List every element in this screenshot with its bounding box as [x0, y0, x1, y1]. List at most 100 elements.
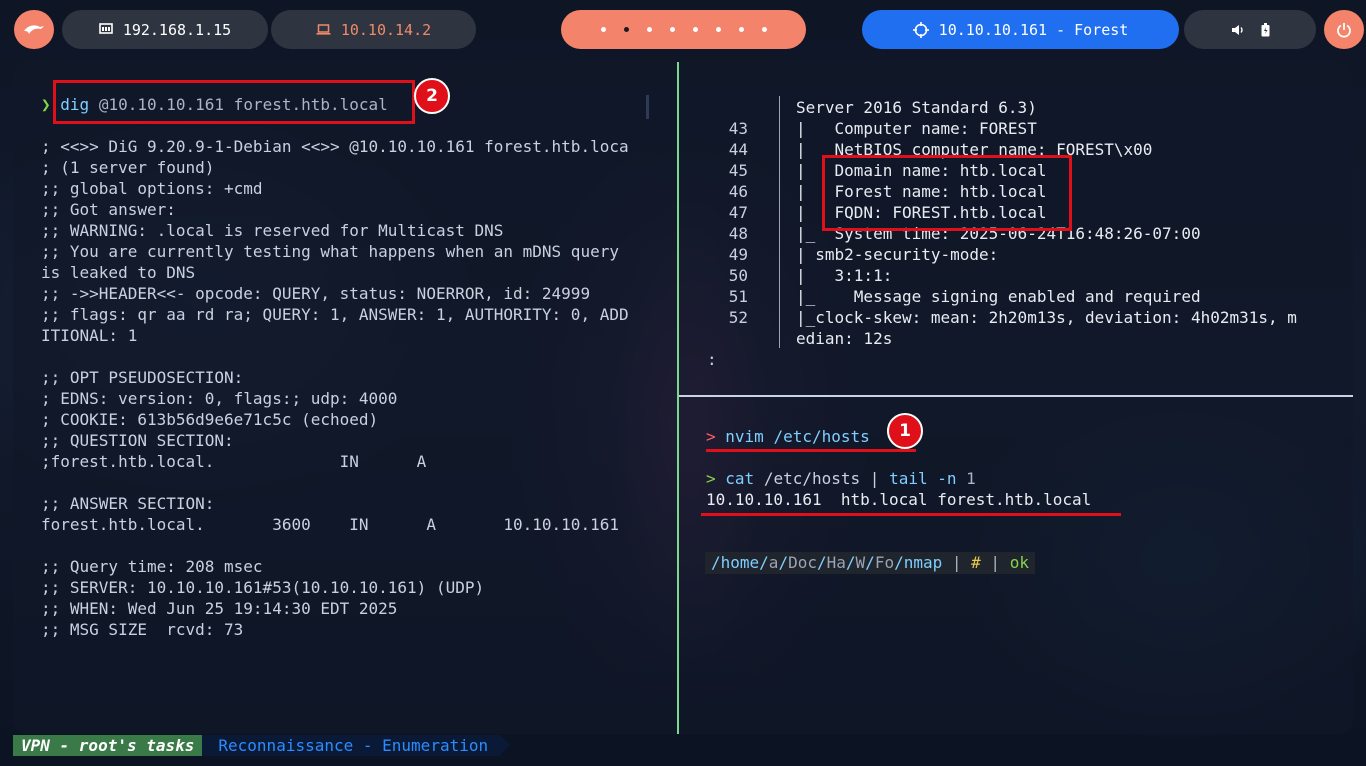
- battery-icon[interactable]: [1261, 22, 1270, 37]
- cat-path: /etc/hosts: [754, 469, 861, 488]
- lan-ip-text: 192.168.1.15: [122, 20, 232, 39]
- workspace-7[interactable]: [738, 27, 744, 32]
- prompt-separator-2: |: [980, 553, 1010, 572]
- path-segment: Fo: [874, 553, 895, 572]
- scroll-indicator: [646, 95, 649, 119]
- target-widget[interactable]: 10.10.10.161 - Forest: [862, 10, 1179, 49]
- workspace-5[interactable]: [692, 27, 698, 32]
- nmap-output-line: | smb2-security-mode:: [796, 245, 999, 264]
- workspace-8[interactable]: [761, 27, 767, 32]
- nvim-command: nvim /etc/hosts: [725, 427, 870, 446]
- ethernet-icon: [99, 23, 113, 36]
- step-badge-1: 1: [887, 413, 923, 449]
- path-segment: Ha: [826, 553, 846, 572]
- dig-output-line: ; (1 server found): [41, 158, 215, 177]
- path-segment: a: [768, 553, 779, 572]
- dig-output-line: ;forest.htb.local. IN A: [41, 452, 427, 471]
- path-segment: /home/: [711, 553, 769, 572]
- dig-output-line: ;; WHEN: Wed Jun 25 19:14:30 EDT 2025: [41, 599, 398, 618]
- path-segment: W: [855, 553, 866, 572]
- nmap-output-line: | Computer name: FOREST: [796, 119, 1037, 138]
- dig-output-line: ;; global options: +cmd: [41, 179, 263, 198]
- shell-prompt-path: /home/a/Doc/Ha/W/Fo/nmap | # | ok: [705, 552, 1035, 574]
- highlight-box-domain: [822, 155, 1072, 231]
- nmap-output-line: |_clock-skew: mean: 2h20m13s, deviation:…: [796, 308, 1297, 327]
- workspace-2[interactable]: [623, 27, 629, 32]
- hosts-entry-line: 10.10.10.161 htb.local forest.htb.local: [706, 490, 1092, 509]
- dig-output-line: ;; You are currently testing what happen…: [41, 242, 619, 261]
- dig-output-line: ;; QUESTION SECTION:: [41, 431, 234, 450]
- volume-icon[interactable]: [1231, 24, 1245, 36]
- exit-status-ok: ok: [1009, 553, 1029, 572]
- line-number: 52: [728, 308, 748, 327]
- highlight-box-dig: [53, 80, 415, 124]
- path-segment: Doc: [788, 553, 817, 572]
- vpn-ip-text: 10.10.14.2: [340, 20, 432, 39]
- dig-output-line: ITIONAL: 1: [41, 326, 138, 345]
- window-tab[interactable]: Reconnaissance - Enumeration: [202, 735, 510, 756]
- tail-flag: -n: [927, 469, 957, 488]
- dig-output-line: is leaked to DNS: [41, 263, 196, 282]
- tail-count: 1: [956, 469, 976, 488]
- step-badge-2: 2: [414, 78, 450, 114]
- power-icon: [1336, 22, 1352, 38]
- nmap-wrap-line: edian: 12s: [796, 329, 893, 348]
- cat-command-line: > cat /etc/hosts | tail -n 1: [706, 468, 976, 489]
- line-number: 45: [728, 161, 748, 180]
- nvim-command-line: > nvim /etc/hosts: [706, 426, 870, 447]
- pane-divider-vertical[interactable]: [677, 62, 679, 734]
- dig-output-line: ; COOKIE: 613b56d9e6e71c5c (echoed): [41, 410, 379, 429]
- dig-output-line: ;; WARNING: .local is reserved for Multi…: [41, 221, 504, 240]
- workspace-3[interactable]: [646, 27, 652, 32]
- line-number: 48: [728, 224, 748, 243]
- path-segment: nmap: [903, 553, 943, 572]
- path-segment: /: [845, 553, 856, 572]
- workspace-1[interactable]: [600, 27, 606, 32]
- pipe-symbol: |: [860, 469, 890, 488]
- underline-nvim: [706, 449, 916, 452]
- pane-divider-horizontal[interactable]: [679, 395, 1353, 397]
- path-segment: /: [778, 553, 789, 572]
- workspace-6[interactable]: [715, 27, 721, 32]
- path-segment: /: [894, 553, 904, 572]
- pager-prompt: :: [707, 350, 717, 369]
- laptop-icon: [316, 24, 331, 35]
- vpn-ip-widget[interactable]: 10.10.14.2: [271, 10, 476, 49]
- system-tray[interactable]: [1184, 10, 1316, 49]
- dig-output-line: ;; OPT PSEUDOSECTION:: [41, 368, 244, 387]
- terminal-window[interactable]: ❯ dig @10.10.10.161 forest.htb.local ; <…: [13, 62, 1353, 734]
- dig-output-line: ;; Got answer:: [41, 200, 176, 219]
- prompt-symbol: ❯: [41, 95, 51, 114]
- power-button[interactable]: [1324, 10, 1364, 49]
- session-name[interactable]: VPN - root's tasks: [13, 735, 213, 756]
- nmap-output-line: | 3:1:1:: [796, 266, 893, 285]
- line-number: 44: [728, 140, 748, 159]
- line-number: 50: [728, 266, 748, 285]
- prompt-path: /home/a/Doc/Ha/W/Fo/nmap: [711, 553, 942, 572]
- workspace-switcher[interactable]: [561, 10, 806, 49]
- line-number: 46: [728, 182, 748, 201]
- tail-command: tail: [889, 469, 928, 488]
- lan-ip-widget[interactable]: 192.168.1.15: [62, 10, 268, 49]
- cat-command: cat: [725, 469, 755, 488]
- dig-output-line: ;; MSG SIZE rcvd: 73: [41, 620, 244, 639]
- path-segment: /: [816, 553, 827, 572]
- kali-dragon-icon: [23, 22, 45, 38]
- launcher-button[interactable]: [14, 10, 54, 49]
- git-status-symbol: #: [971, 553, 981, 572]
- dig-output-line: ;; SERVER: 10.10.10.161#53(10.10.10.161)…: [41, 578, 485, 597]
- dig-output-line: forest.htb.local. 3600 IN A 10.10.10.161: [41, 515, 619, 534]
- dig-output-line: ; EDNS: version: 0, flags:; udp: 4000: [41, 389, 398, 408]
- tmux-status-bar: VPN - root's tasks Reconnaissance - Enum…: [13, 735, 510, 756]
- crosshair-icon: [912, 21, 929, 38]
- dig-output-line: ;; ANSWER SECTION:: [41, 494, 215, 513]
- path-segment: /: [865, 553, 875, 572]
- prompt-separator-1: |: [942, 553, 972, 572]
- dig-output-line: ;; ->>HEADER<<- opcode: QUERY, status: N…: [41, 284, 591, 303]
- dig-output-line: ;; Query time: 208 msec: [41, 557, 263, 576]
- line-number: 51: [728, 287, 748, 306]
- line-number: 47: [728, 203, 748, 222]
- prompt-symbol-2: >: [706, 469, 716, 488]
- workspace-4[interactable]: [669, 27, 675, 32]
- line-number: 49: [728, 245, 748, 264]
